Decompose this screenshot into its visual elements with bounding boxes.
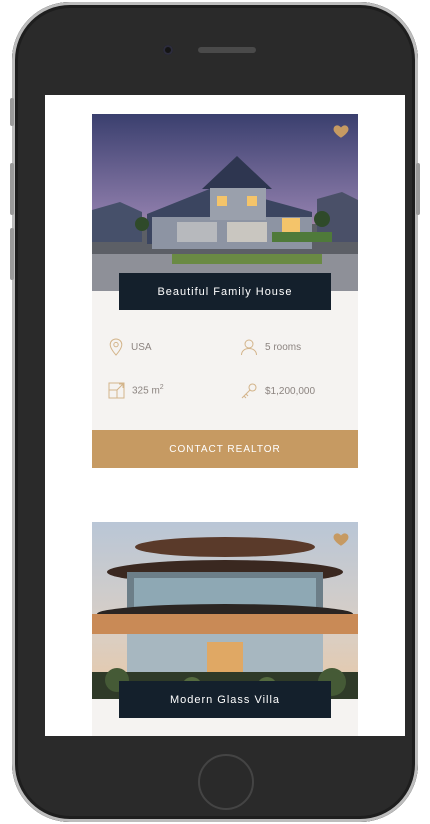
phone-frame: Beautiful Family House USA 5 rooms 325 m… [12,2,418,822]
heart-icon[interactable] [332,530,350,548]
listing-photo [92,522,358,699]
contact-realtor-button[interactable]: CONTACT REALTOR [92,430,358,468]
volume-up-button [10,163,14,215]
feature-price: $1,200,000 [240,382,315,400]
speaker-grille [198,47,256,53]
listing-title-banner[interactable]: Modern Glass Villa [119,681,331,718]
user-icon [241,339,257,356]
listing-photo [92,114,358,291]
home-button[interactable] [198,754,254,810]
listing-card: Beautiful Family House USA 5 rooms 325 m… [92,114,358,468]
listing-title: Beautiful Family House [157,285,293,298]
key-icon [241,383,257,399]
feature-area-value: 325 m2 [132,384,164,397]
volume-down-button [10,228,14,280]
feature-rooms: 5 rooms [240,338,301,356]
heart-icon[interactable] [332,122,350,140]
front-camera [163,45,173,55]
screen: Beautiful Family House USA 5 rooms 325 m… [45,95,405,736]
listing-title: Modern Glass Villa [169,693,281,706]
area-icon [108,382,125,399]
feature-location-value: USA [131,341,152,353]
feature-area: 325 m2 [108,382,164,399]
listing-card: Modern Glass Villa [92,522,358,736]
power-button [416,163,420,215]
feature-price-value: $1,200,000 [265,385,316,397]
listing-title-banner[interactable]: Beautiful Family House [119,273,331,310]
location-pin-icon [109,338,123,356]
feature-location: USA [108,338,152,356]
mute-switch [10,98,14,126]
feature-rooms-value: 5 rooms [265,341,302,353]
